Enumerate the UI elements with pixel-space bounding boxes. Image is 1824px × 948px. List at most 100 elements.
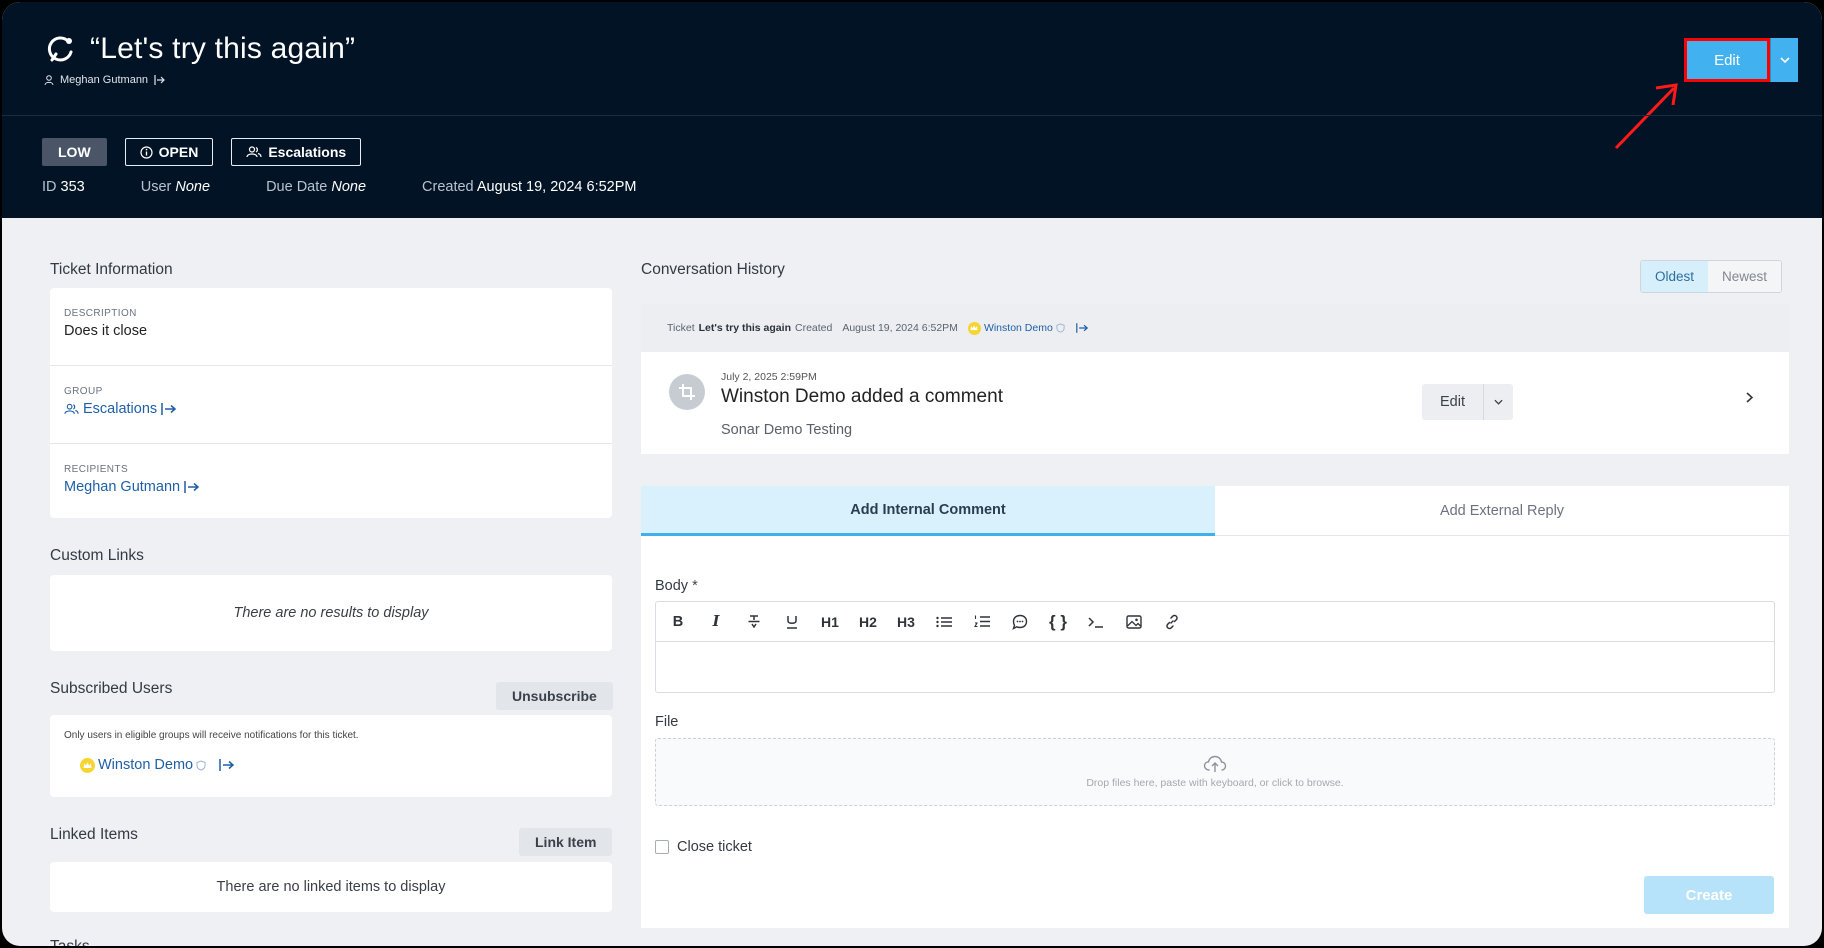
edit-dropdown-toggle[interactable] <box>1770 38 1798 82</box>
underline-button[interactable] <box>778 608 806 636</box>
group-field: GROUP Escalations <box>50 366 612 444</box>
edit-button[interactable]: Edit <box>1684 38 1770 82</box>
linked-items-empty: There are no linked items to display <box>216 879 446 895</box>
recipient-link[interactable]: Meghan Gutmann <box>64 479 598 495</box>
comment-body: Sonar Demo Testing <box>721 422 853 438</box>
annotation-arrow-icon <box>1614 83 1678 150</box>
file-dropzone[interactable]: Drop files here, paste with keyboard, or… <box>655 738 1775 806</box>
group-value[interactable]: Escalations <box>83 401 157 417</box>
required-mark: * <box>692 578 698 594</box>
unsubscribe-button[interactable]: Unsubscribe <box>496 682 613 710</box>
numbered-list-button[interactable] <box>968 608 996 636</box>
custom-links-card: There are no results to display <box>50 575 612 651</box>
subscribed-users-card: Only users in eligible groups will recei… <box>50 715 612 797</box>
comment-edit-dropdown[interactable] <box>1483 384 1513 420</box>
body-text-area[interactable] <box>656 642 1774 692</box>
owner-name[interactable]: Meghan Gutmann <box>60 74 148 86</box>
history-date: August 19, 2024 6:52PM <box>842 322 958 334</box>
shield-icon <box>1056 323 1065 333</box>
close-ticket-row[interactable]: Close ticket <box>655 839 752 855</box>
conversation-heading: Conversation History <box>641 261 785 278</box>
recipient-value[interactable]: Meghan Gutmann <box>64 479 180 495</box>
italic-button[interactable]: I <box>702 608 730 636</box>
quote-button[interactable] <box>1006 608 1034 636</box>
sort-newest-button[interactable]: Newest <box>1708 261 1782 292</box>
body-label-text: Body <box>655 578 689 594</box>
comment-title: Winston Demo added a comment <box>721 386 1003 407</box>
group-badge-label: Escalations <box>268 144 347 160</box>
create-button[interactable]: Create <box>1644 876 1774 914</box>
history-user-name[interactable]: Winston Demo <box>984 322 1053 334</box>
info-circle-icon <box>140 145 153 159</box>
insert-image-button[interactable] <box>1120 608 1148 636</box>
tasks-heading: Tasks <box>50 938 90 946</box>
ticket-owner[interactable]: Meghan Gutmann <box>44 74 171 86</box>
dropzone-hint: Drop files here, paste with keyboard, or… <box>1086 777 1344 789</box>
custom-links-empty: There are no results to display <box>233 605 429 621</box>
sort-oldest-button[interactable]: Oldest <box>1641 261 1709 292</box>
app-window: “Let's try this again” Meghan Gutmann Ed… <box>2 2 1822 946</box>
page-title: “Let's try this again” <box>90 32 356 65</box>
numbered-list-icon <box>974 615 990 628</box>
subscribed-user-name[interactable]: Winston Demo <box>98 757 193 773</box>
comment-edit-group: Edit <box>1422 384 1513 420</box>
insert-link-button[interactable] <box>1158 608 1186 636</box>
title-row: “Let's try this again” <box>44 32 355 66</box>
status-badge: OPEN <box>124 138 214 166</box>
users-icon <box>64 403 79 414</box>
file-label: File <box>655 714 679 730</box>
meta-created: Created August 19, 2024 6:52PM <box>422 179 637 195</box>
history-action: Created <box>794 322 833 334</box>
tab-internal-comment[interactable]: Add Internal Comment <box>641 486 1215 536</box>
speech-bubble-icon <box>1012 614 1028 630</box>
code-block-button[interactable]: { } <box>1044 608 1072 636</box>
heading2-button[interactable]: H2 <box>854 608 882 636</box>
bullet-list-icon <box>936 616 952 627</box>
group-badge: Escalations <box>231 138 362 166</box>
user-icon <box>44 74 54 85</box>
crown-avatar-icon <box>967 321 981 335</box>
link-item-button[interactable]: Link Item <box>519 828 613 856</box>
history-created-entry: Ticket Let's try this again Created Augu… <box>641 304 1789 352</box>
sort-toggle: Oldest Newest <box>1640 260 1783 293</box>
open-link-icon[interactable] <box>154 75 171 85</box>
strikethrough-button[interactable] <box>740 608 768 636</box>
priority-badge: LOW <box>42 138 107 166</box>
description-field: DESCRIPTION Does it close <box>50 288 612 366</box>
group-link[interactable]: Escalations <box>64 401 598 417</box>
ticket-info-heading: Ticket Information <box>50 261 173 278</box>
open-link-icon[interactable] <box>1075 323 1088 333</box>
history-user[interactable]: Winston Demo <box>967 321 1088 335</box>
chevron-down-icon <box>1779 57 1790 63</box>
comment-edit-button[interactable]: Edit <box>1422 384 1483 420</box>
comment-expand-chevron[interactable] <box>1746 390 1754 408</box>
bold-button[interactable]: B <box>664 608 692 636</box>
tab-external-reply[interactable]: Add External Reply <box>1215 486 1789 536</box>
reply-composer: Add Internal Comment Add External Reply … <box>641 486 1789 928</box>
users-icon <box>246 146 262 158</box>
history-prefix: Ticket <box>667 322 695 334</box>
subscribed-users-heading: Subscribed Users <box>50 680 173 697</box>
bullet-list-button[interactable] <box>930 608 958 636</box>
linked-items-card: There are no linked items to display <box>50 862 612 912</box>
crop-icon <box>679 384 695 400</box>
subscribed-user[interactable]: Winston Demo <box>80 757 235 773</box>
chevron-down-icon <box>1494 399 1503 405</box>
custom-links-heading: Custom Links <box>50 547 144 564</box>
underline-icon <box>787 615 797 629</box>
heading1-button[interactable]: H1 <box>816 608 844 636</box>
ticket-info-card: DESCRIPTION Does it close GROUP Escalati… <box>50 288 612 518</box>
image-icon <box>1126 614 1142 629</box>
description-label: DESCRIPTION <box>64 308 137 319</box>
heading3-button[interactable]: H3 <box>892 608 920 636</box>
editor-toolbar: B I H1 H2 H3 {} <box>656 602 1774 642</box>
close-ticket-checkbox[interactable] <box>655 840 669 854</box>
close-ticket-label: Close ticket <box>677 839 752 855</box>
body-editor: B I H1 H2 H3 {} <box>655 601 1775 693</box>
open-link-icon[interactable] <box>184 481 200 493</box>
header-divider <box>2 115 1822 116</box>
open-link-icon[interactable] <box>161 403 177 415</box>
open-link-icon[interactable] <box>219 759 235 771</box>
terminal-button[interactable] <box>1082 608 1110 636</box>
linked-items-heading: Linked Items <box>50 826 138 843</box>
